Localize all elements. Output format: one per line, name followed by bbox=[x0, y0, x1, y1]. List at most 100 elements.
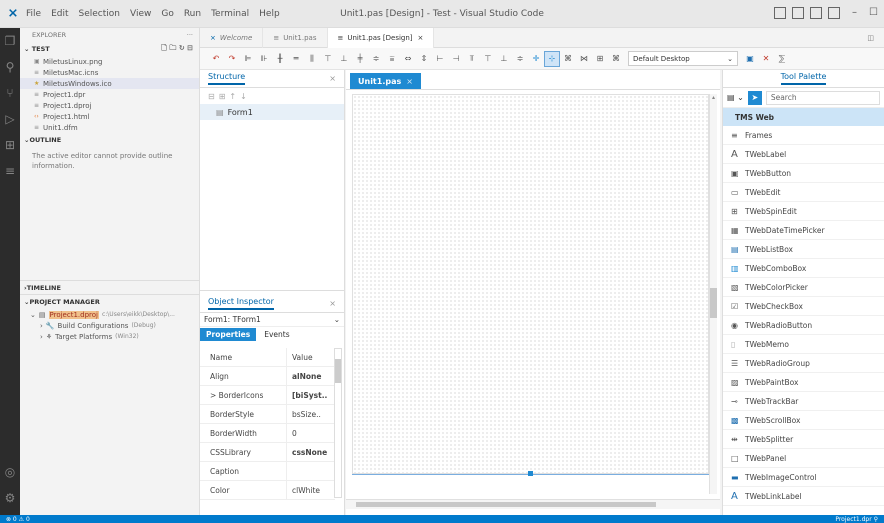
file-row[interactable]: ≡ MiletusMac.icns bbox=[20, 67, 199, 78]
project-manager-header[interactable]: ⌄ PROJECT MANAGER bbox=[20, 295, 200, 309]
tool-palette-tab[interactable]: Tool Palette bbox=[780, 72, 827, 85]
more-actions-icon[interactable]: ··· bbox=[187, 31, 193, 39]
align-top-icon[interactable]: ⊤ bbox=[320, 51, 336, 67]
inspector-scrollbar[interactable] bbox=[334, 348, 342, 498]
file-row[interactable]: ≡ Unit1.dfm bbox=[20, 122, 199, 133]
arrow-down-icon[interactable]: ↓ bbox=[240, 92, 247, 101]
delete-view-icon[interactable]: ✕ bbox=[758, 51, 774, 67]
list-icon[interactable]: ≡ bbox=[0, 158, 20, 184]
tab-properties[interactable]: Properties bbox=[200, 327, 257, 341]
guidelines-icon[interactable]: ⊹ bbox=[544, 50, 560, 67]
grow-width-icon[interactable]: ⊢ bbox=[432, 51, 448, 67]
grid-icon[interactable]: ⋈ bbox=[576, 51, 592, 67]
gear-icon[interactable]: ⚙ bbox=[0, 485, 20, 511]
property-row[interactable]: Caption bbox=[200, 462, 335, 481]
align-bottom-icon[interactable]: ⊥ bbox=[336, 51, 352, 67]
palette-item-twebedit[interactable]: ▭ TWebEdit bbox=[723, 183, 884, 202]
palette-item-tweblinklabel[interactable]: A TWebLinkLabel bbox=[723, 487, 884, 506]
palette-item-twebdatetimepicker[interactable]: ▦ TWebDateTimePicker bbox=[723, 221, 884, 240]
property-row[interactable]: BorderStyle bsSize.. bbox=[200, 405, 335, 424]
toggle-sidebar-icon[interactable] bbox=[774, 7, 787, 19]
close-icon[interactable]: × bbox=[406, 77, 413, 86]
design-tab-unit1[interactable]: Unit1.pas × bbox=[350, 73, 421, 89]
file-row[interactable]: ★ MiletusWindows.ico bbox=[20, 78, 199, 89]
chevron-down-icon[interactable]: ⌄ bbox=[24, 45, 32, 53]
palette-item-twebmemo[interactable]: ▯ TWebMemo bbox=[723, 335, 884, 354]
new-file-icon[interactable]: 🗋 bbox=[161, 44, 167, 52]
cursor-select-icon[interactable]: ➤ bbox=[747, 90, 762, 105]
menu-go[interactable]: Go bbox=[161, 9, 173, 19]
palette-item-frames[interactable]: ≡ Frames bbox=[723, 126, 884, 145]
property-row[interactable]: > BorderIcons [biSyst.. bbox=[200, 386, 335, 405]
palette-item-twebcheckbox[interactable]: ☑ TWebCheckBox bbox=[723, 297, 884, 316]
toggle-panel-icon[interactable] bbox=[792, 7, 805, 19]
tab-unit1-pas[interactable]: ≡ Unit1.pas bbox=[263, 28, 328, 48]
bring-front-icon[interactable]: ⊤ bbox=[480, 51, 496, 67]
active-project[interactable]: Project1.dpr bbox=[835, 516, 871, 523]
center-vert-icon[interactable]: ≑ bbox=[368, 51, 384, 67]
component-selector[interactable]: Form1: TForm1 ⌄ bbox=[200, 313, 344, 327]
form-canvas[interactable] bbox=[352, 94, 709, 474]
align-middle-icon[interactable]: ╪ bbox=[352, 51, 368, 67]
palette-item-twebcombobox[interactable]: ▥ TWebComboBox bbox=[723, 259, 884, 278]
property-row[interactable]: Align alNone bbox=[200, 367, 335, 386]
align-right-icon[interactable]: ⊪ bbox=[256, 51, 272, 67]
build-configurations-node[interactable]: › 🔧 Build Configurations (Debug) bbox=[20, 320, 200, 331]
menu-run[interactable]: Run bbox=[184, 9, 201, 19]
align-center-window-icon[interactable]: ═ bbox=[288, 51, 304, 67]
undo-icon[interactable]: ↶ bbox=[208, 51, 224, 67]
file-row[interactable]: ≡ Project1.dproj bbox=[20, 100, 199, 111]
tab-events[interactable]: Events bbox=[258, 328, 295, 341]
same-width-icon[interactable]: ⇔ bbox=[400, 51, 416, 67]
search-input[interactable]: Search bbox=[765, 90, 880, 105]
palette-item-twebpaintbox[interactable]: ▨ TWebPaintBox bbox=[723, 373, 884, 392]
palette-item-twebscrollbox[interactable]: ▩ TWebScrollBox bbox=[723, 411, 884, 430]
refresh-icon[interactable]: ↻ bbox=[179, 44, 185, 52]
explorer-icon[interactable]: ❐ bbox=[0, 28, 20, 54]
folder-name[interactable]: TEST bbox=[32, 45, 50, 53]
file-row[interactable]: ‹› Project1.html bbox=[20, 111, 199, 122]
object-inspector-tab[interactable]: Object Inspector bbox=[208, 297, 274, 310]
platform-select[interactable]: Default Desktop ⌄ bbox=[628, 51, 738, 66]
palette-item-twebcolorpicker[interactable]: ▧ TWebColorPicker bbox=[723, 278, 884, 297]
creation-order-icon[interactable]: ⌘ bbox=[608, 51, 624, 67]
property-row[interactable]: Color clWhite bbox=[200, 481, 335, 500]
design-mode-icon[interactable]: ⌘ bbox=[560, 51, 576, 67]
space-equally-vert-icon[interactable]: ⩸ bbox=[384, 51, 400, 67]
timeline-header[interactable]: › TIMELINE bbox=[20, 281, 200, 295]
palette-category[interactable]: TMS Web bbox=[723, 108, 884, 126]
run-debug-icon[interactable]: ▷ bbox=[0, 106, 20, 132]
view-mode-icon[interactable]: ▤ ⌄ bbox=[727, 93, 744, 102]
close-icon[interactable]: × bbox=[418, 34, 424, 42]
palette-item-tweblistbox[interactable]: ▤ TWebListBox bbox=[723, 240, 884, 259]
source-control-icon[interactable]: ⑂ bbox=[0, 80, 20, 106]
menu-view[interactable]: View bbox=[130, 9, 151, 19]
redo-icon[interactable]: ↷ bbox=[224, 51, 240, 67]
align-left-icon[interactable]: ⊫ bbox=[240, 51, 256, 67]
same-height-icon[interactable]: ⇕ bbox=[416, 51, 432, 67]
palette-item-twebsplitter[interactable]: ⇹ TWebSplitter bbox=[723, 430, 884, 449]
menu-edit[interactable]: Edit bbox=[51, 9, 68, 19]
maximize-icon[interactable]: ☐ bbox=[869, 7, 878, 19]
file-row[interactable]: ≡ Project1.dpr bbox=[20, 89, 199, 100]
grow-height-icon[interactable]: ⫪ bbox=[464, 51, 480, 67]
close-icon[interactable]: × bbox=[329, 74, 336, 83]
project-node[interactable]: ⌄ ▤ Project1.dproj c:\Users\eikk\Desktop… bbox=[20, 309, 200, 320]
vertical-scrollbar[interactable]: ▴ bbox=[709, 94, 717, 494]
minimize-icon[interactable]: – bbox=[852, 7, 857, 19]
new-folder-icon[interactable]: 🗀 bbox=[169, 44, 176, 52]
account-icon[interactable]: ◎ bbox=[0, 459, 20, 485]
tab-order-icon[interactable]: ⊞ bbox=[592, 51, 608, 67]
align-center-horz-icon[interactable]: ╫ bbox=[272, 51, 288, 67]
expand-all-icon[interactable]: ⊞ bbox=[219, 92, 226, 101]
toggle-secondary-sidebar-icon[interactable] bbox=[810, 7, 823, 19]
arrow-up-icon[interactable]: ↑ bbox=[229, 92, 236, 101]
save-view-icon[interactable]: ▣ bbox=[742, 51, 758, 67]
palette-item-twebspinedit[interactable]: ⊞ TWebSpinEdit bbox=[723, 202, 884, 221]
structure-tab[interactable]: Structure bbox=[208, 72, 246, 85]
palette-item-twebimagecontrol[interactable]: ▬ TWebImageControl bbox=[723, 468, 884, 487]
property-row[interactable]: BorderWidth 0 bbox=[200, 424, 335, 443]
menu-terminal[interactable]: Terminal bbox=[211, 9, 249, 19]
menu-selection[interactable]: Selection bbox=[79, 9, 120, 19]
property-row[interactable]: CSSLibrary cssNone bbox=[200, 443, 335, 462]
